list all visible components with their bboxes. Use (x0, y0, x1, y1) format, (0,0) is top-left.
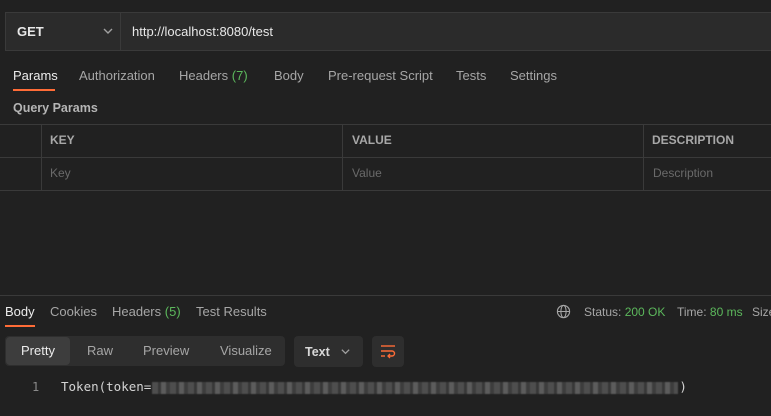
time-value: 80 ms (709, 305, 743, 319)
tab-label: Body (274, 68, 304, 83)
tab-label: Body (5, 304, 35, 319)
headers-count: (7) (231, 68, 248, 83)
redacted-token (152, 381, 679, 394)
tab-label: Authorization (79, 68, 155, 83)
tab-label: Cookies (50, 304, 97, 319)
tab-tests[interactable]: Tests (456, 68, 486, 88)
table-top-border (0, 124, 771, 125)
tab-headers[interactable]: Headers (7) (179, 68, 248, 88)
view-mode-raw[interactable]: Raw (87, 343, 113, 358)
globe-icon[interactable] (556, 304, 571, 319)
response-tab-cookies[interactable]: Cookies (50, 304, 97, 319)
tab-label: Test Results (196, 304, 267, 319)
table-bottom-border (0, 190, 771, 191)
column-header-description: DESCRIPTION (652, 133, 735, 147)
tab-params[interactable]: Params (13, 68, 58, 88)
url-text: http://localhost:8080/test (132, 24, 273, 39)
column-header-key: KEY (50, 133, 75, 147)
response-tab-body[interactable]: Body (5, 304, 35, 319)
status-value: 200 OK (624, 305, 666, 319)
format-label: Text (305, 344, 330, 359)
tab-pre-request-script[interactable]: Pre-request Script (328, 68, 433, 88)
value-placeholder: Value (352, 166, 382, 180)
description-placeholder: Description (653, 166, 714, 180)
view-mode-pretty[interactable]: Pretty (21, 343, 55, 358)
active-tab-indicator (13, 89, 55, 91)
tab-body[interactable]: Body (274, 68, 304, 88)
response-tab-test-results[interactable]: Test Results (196, 304, 267, 319)
tab-label: Headers (112, 304, 162, 319)
column-header-value: VALUE (352, 133, 392, 147)
table-column-divider (342, 124, 343, 190)
method-select[interactable]: GET (5, 12, 120, 51)
active-response-tab-indicator (5, 325, 35, 327)
status-readout: Status: 200 OK (584, 305, 665, 319)
url-input[interactable]: http://localhost:8080/test (120, 12, 771, 51)
tab-label: Settings (510, 68, 557, 83)
chevron-down-icon (103, 28, 113, 34)
time-label: Time: (677, 305, 707, 319)
format-select[interactable]: Text (294, 336, 363, 367)
method-label: GET (17, 24, 44, 39)
wrap-lines-button[interactable] (372, 336, 404, 367)
time-readout: Time: 80 ms (677, 305, 743, 319)
view-mode-visualize[interactable]: Visualize (220, 343, 272, 358)
response-headers-count: (5) (164, 304, 181, 319)
response-divider (0, 295, 771, 296)
table-column-divider (41, 124, 42, 190)
tab-label: Params (13, 68, 58, 83)
response-tab-headers[interactable]: Headers (5) (112, 304, 181, 319)
tab-label: Pre-request Script (328, 68, 433, 83)
tab-settings[interactable]: Settings (510, 68, 557, 88)
size-label: Size (752, 305, 771, 319)
code-prefix: Token(token= (61, 379, 152, 394)
wrap-lines-icon (381, 345, 396, 359)
code-suffix: ) (679, 379, 687, 394)
tab-authorization[interactable]: Authorization (79, 68, 155, 88)
query-params-title: Query Params (13, 101, 98, 115)
value-input[interactable]: Value (352, 166, 637, 180)
description-input[interactable]: Description (653, 166, 763, 180)
status-label: Status: (584, 305, 622, 319)
size-readout: Size (752, 305, 771, 319)
key-input[interactable]: Key (50, 166, 335, 180)
view-mode-preview[interactable]: Preview (143, 343, 189, 358)
response-body-line[interactable]: Token(token=) (61, 379, 687, 394)
line-number: 1 (32, 380, 40, 394)
tab-label: Headers (179, 68, 229, 83)
key-placeholder: Key (50, 166, 71, 180)
chevron-down-icon (341, 349, 350, 355)
tab-label: Tests (456, 68, 487, 83)
table-column-divider (643, 124, 644, 190)
table-row-divider (0, 157, 771, 158)
